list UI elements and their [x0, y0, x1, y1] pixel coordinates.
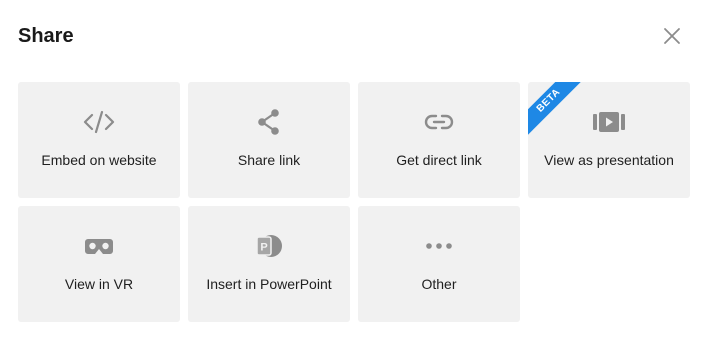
- powerpoint-icon: P: [188, 232, 350, 260]
- embed-on-website-option[interactable]: Embed on website: [18, 82, 180, 198]
- option-label: Embed on website: [41, 152, 157, 168]
- dialog-title: Share: [18, 25, 74, 47]
- share-icon: [188, 108, 350, 136]
- powerpoint-letter: P: [260, 242, 267, 254]
- option-label: View as presentation: [544, 152, 674, 168]
- more-dots-icon: [358, 232, 520, 260]
- share-options-grid: Embed on website Share link Get direct l…: [18, 82, 690, 322]
- other-option[interactable]: Other: [358, 206, 520, 322]
- close-icon: [664, 28, 680, 44]
- vr-headset-icon: [18, 232, 180, 260]
- view-as-presentation-option[interactable]: BETA View as presentation: [528, 82, 690, 198]
- link-icon: [358, 108, 520, 136]
- option-label: Other: [421, 276, 457, 292]
- option-label: Insert in PowerPoint: [206, 276, 332, 292]
- presentation-play-icon: [528, 108, 690, 136]
- option-label: Share link: [237, 152, 301, 168]
- get-direct-link-option[interactable]: Get direct link: [358, 82, 520, 198]
- insert-in-powerpoint-option[interactable]: P Insert in PowerPoint: [188, 206, 350, 322]
- share-link-option[interactable]: Share link: [188, 82, 350, 198]
- view-in-vr-option[interactable]: View in VR: [18, 206, 180, 322]
- close-button[interactable]: [660, 24, 684, 48]
- code-icon: [18, 108, 180, 136]
- option-label: View in VR: [64, 276, 134, 292]
- option-label: Get direct link: [396, 152, 482, 168]
- share-dialog: Share Embed on website Share link Get di…: [0, 0, 710, 342]
